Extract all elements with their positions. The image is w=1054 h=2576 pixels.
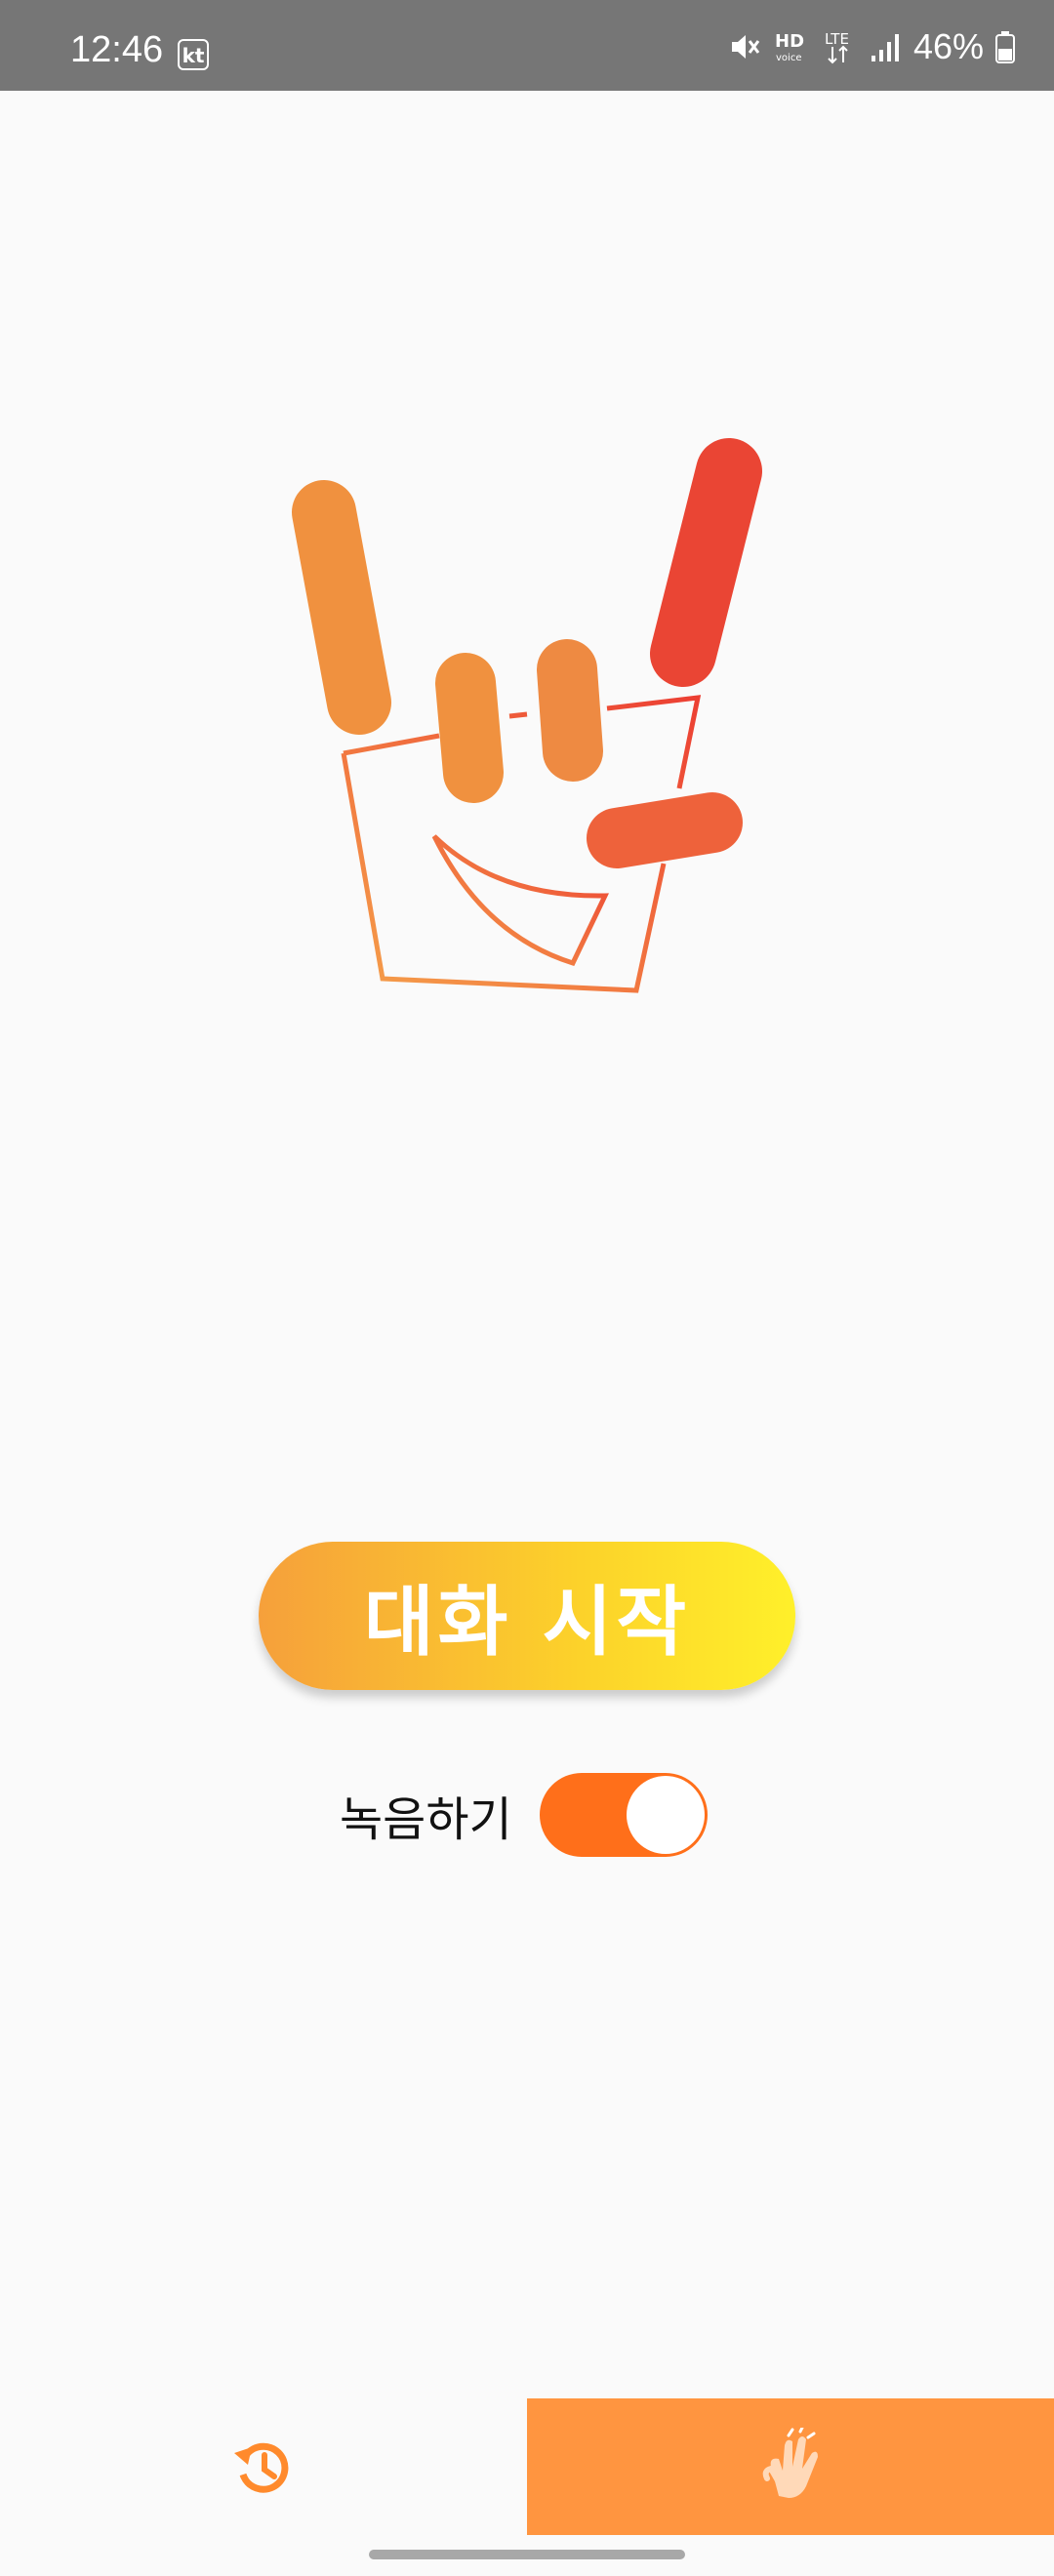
battery-icon — [995, 31, 1015, 63]
nav-item-history[interactable] — [0, 2398, 527, 2535]
record-toggle[interactable] — [539, 1773, 708, 1857]
home-indicator[interactable] — [369, 2550, 685, 2559]
carrier-badge: kt — [178, 39, 209, 70]
hd-voice-icon: HD voice — [775, 31, 804, 63]
battery-percent: 46% — [912, 26, 984, 66]
toggle-knob — [626, 1776, 705, 1854]
sign-language-hands-icon — [762, 2428, 818, 2498]
status-icons: HD voice LTE 46% — [728, 25, 1015, 68]
bottom-nav — [0, 2398, 1054, 2535]
history-icon — [234, 2442, 289, 2493]
svg-text:voice: voice — [776, 53, 801, 63]
status-time: 12:46 — [70, 29, 164, 70]
signal-icon — [871, 34, 899, 61]
status-bar: 12:46 kt HD voice LTE 46% — [0, 0, 1054, 91]
start-conversation-button[interactable]: 대화 시작 — [259, 1542, 795, 1690]
svg-text:HD: HD — [775, 31, 804, 52]
lte-icon: LTE — [825, 30, 849, 64]
nav-item-sign-language[interactable] — [527, 2398, 1054, 2535]
svg-text:LTE: LTE — [825, 30, 849, 48]
record-row: 녹음하기 — [340, 1771, 708, 1859]
app-logo — [292, 438, 762, 993]
record-label: 녹음하기 — [340, 1792, 512, 1847]
mute-icon — [731, 35, 760, 59]
